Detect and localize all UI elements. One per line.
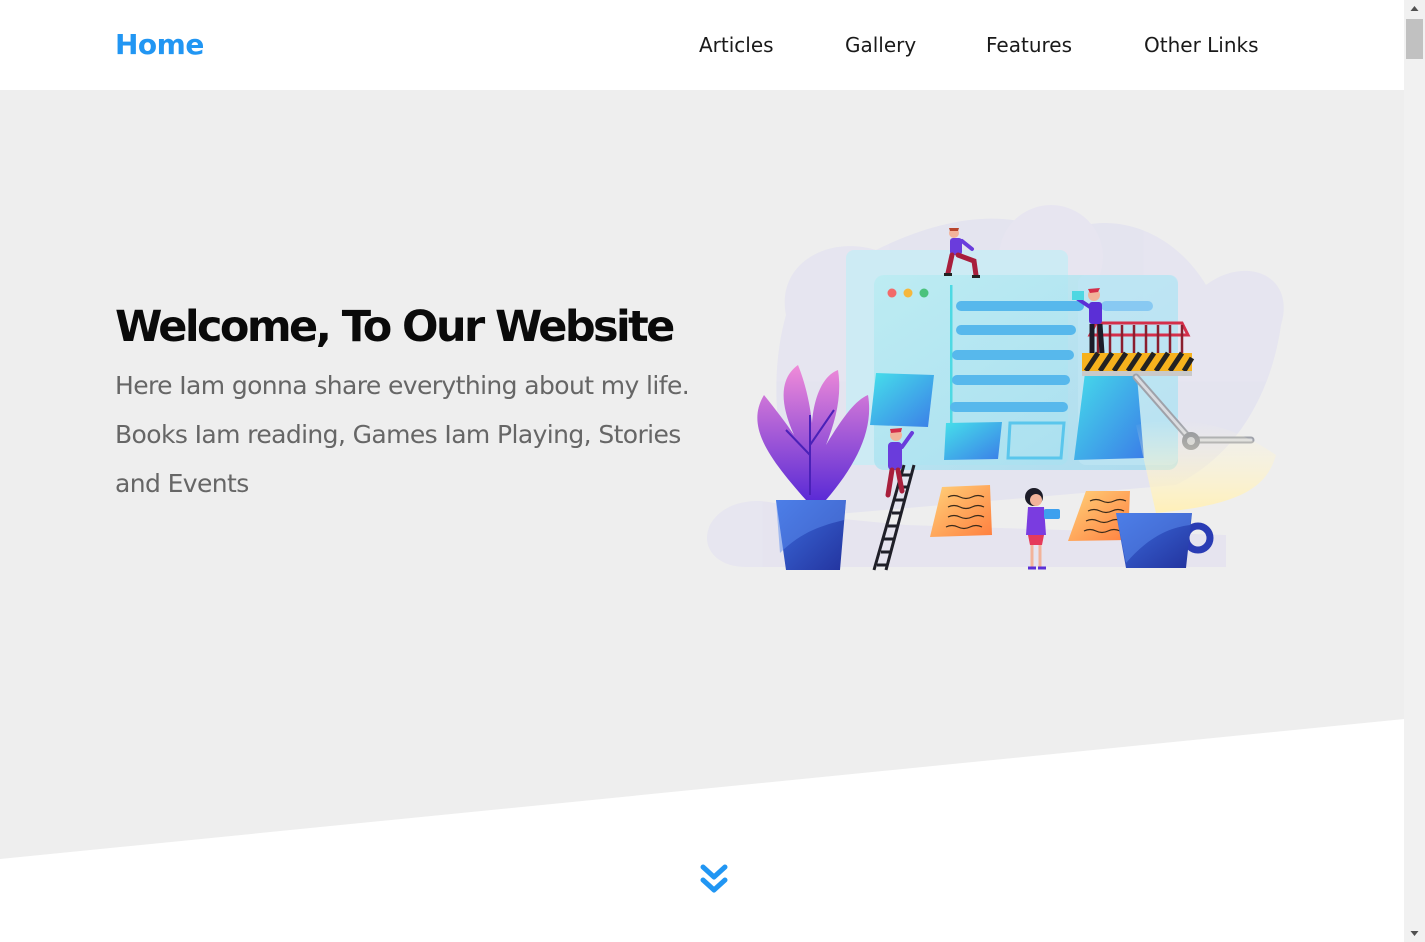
triangle-up-icon[interactable] <box>1404 0 1425 17</box>
double-chevron-down-icon[interactable] <box>698 862 730 900</box>
scrollbar[interactable] <box>1404 0 1425 942</box>
scrollbar-thumb[interactable] <box>1406 19 1423 59</box>
nav-link-features[interactable]: Features <box>986 30 1072 60</box>
page: Home Articles Gallery Features Other Lin… <box>0 0 1425 942</box>
nav-link-gallery[interactable]: Gallery <box>845 30 916 60</box>
viewport: Home Articles Gallery Features Other Lin… <box>0 0 1404 942</box>
main-nav: Articles Gallery Features Other Links <box>0 30 1404 60</box>
hero-description: Here Iam gonna share everything about my… <box>115 371 690 498</box>
nav-link-other-links[interactable]: Other Links <box>1144 30 1259 60</box>
site-header: Home Articles Gallery Features Other Lin… <box>0 0 1404 90</box>
triangle-down-icon[interactable] <box>1404 925 1425 942</box>
nav-link-articles[interactable]: Articles <box>699 30 774 60</box>
hero-title: Welcome, To Our Website <box>115 302 675 352</box>
website-building-illustration <box>707 205 1284 571</box>
